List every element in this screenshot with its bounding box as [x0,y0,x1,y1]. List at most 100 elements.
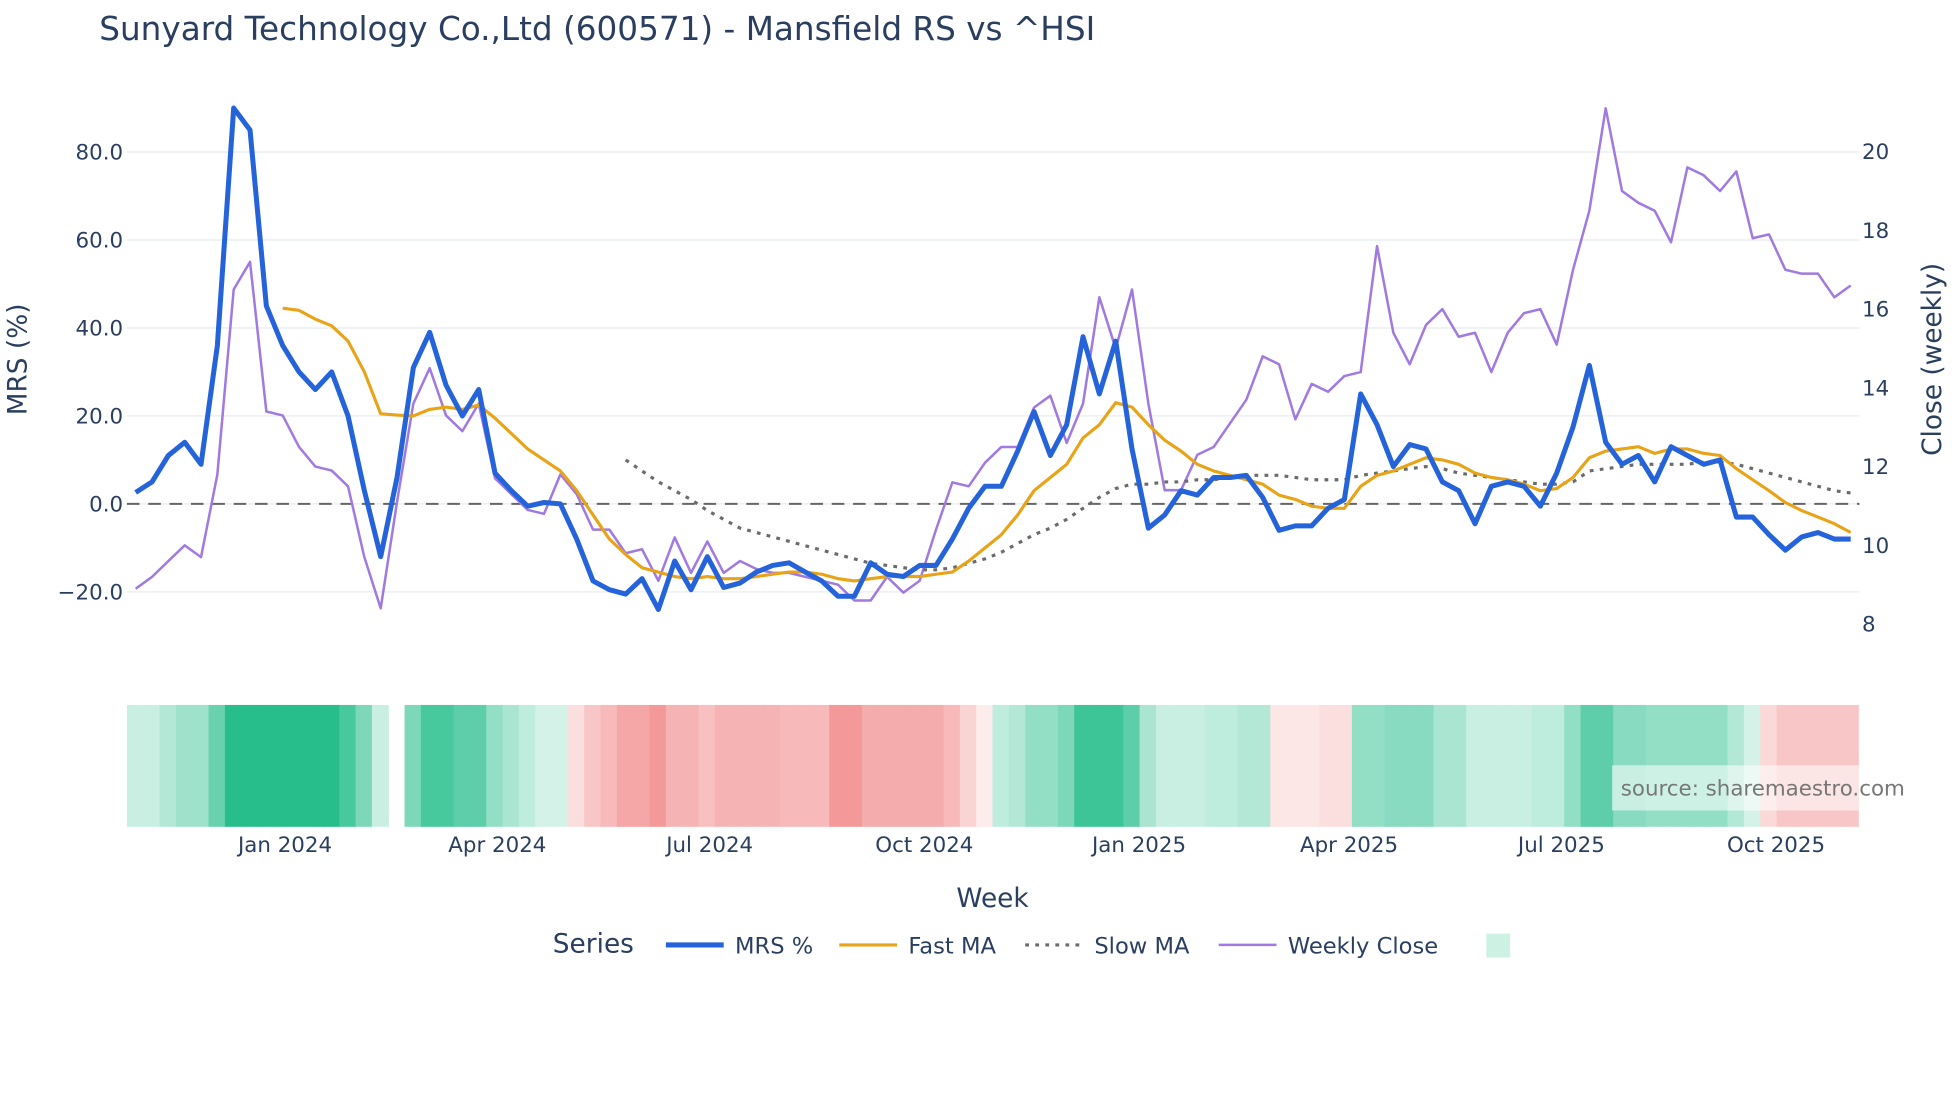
band-cell [1204,704,1222,827]
band-cell [339,704,357,827]
band-cell [1596,704,1614,827]
watermark-text: source: sharemaestro.com [1621,776,1905,801]
band-cell [1172,704,1190,827]
band-cell [845,704,863,827]
y2-tick-label: 10 [1862,534,1889,559]
band-cell [1368,704,1386,827]
y2-tick-label: 8 [1862,613,1876,638]
band-cell [551,704,569,827]
y-tick-label: 80.0 [76,141,124,166]
band-cell [224,704,242,827]
band-cell [649,704,667,827]
band-cell [437,704,455,827]
legend-item-label[interactable]: Fast MA [908,934,996,960]
chart-title: Sunyard Technology Co.,Ltd (600571) - Ma… [99,10,1095,48]
band-cell [665,704,683,827]
x-axis-ticks: Jan 2024 Apr 2024 Jul 2024 Oct 2024 Jan 2025… [236,833,1825,858]
band-cell [1237,704,1255,827]
y2-tick-label: 20 [1862,140,1889,165]
band-cell [780,704,798,827]
band-cell [616,704,634,827]
band-cell [910,704,928,827]
band-cell [584,704,602,827]
legend-title: Series [553,929,634,959]
x-tick-label: Oct 2024 [875,833,973,858]
band-cell [208,704,226,827]
band-cell [1449,704,1467,827]
band-cell [1417,704,1435,827]
band-cell [1155,704,1173,827]
x-tick-label: Jul 2024 [664,833,753,858]
band-cell [518,704,536,827]
band-cell [241,704,259,827]
band-cell [1482,704,1500,827]
y2-tick-label: 16 [1862,298,1889,323]
band-cell [1384,704,1402,827]
x-tick-label: Jul 2025 [1516,833,1605,858]
y-tick-label: 40.0 [76,316,124,341]
band-cell [126,704,144,827]
band-cell [371,704,389,827]
watermark: source: sharemaestro.com [1611,765,1905,811]
band-cell [976,704,994,827]
band-cell [502,704,520,827]
band-cell [812,704,830,827]
y-tick-label: −20.0 [58,580,123,605]
band-cell [1090,704,1108,827]
y2-axis-title: Close (weekly) [1918,263,1948,456]
legend-swatch-band[interactable] [1486,933,1511,958]
band-cell [1123,704,1141,827]
y2-tick-label: 18 [1862,219,1889,244]
x-tick-label: Oct 2025 [1727,833,1825,858]
band-cell [633,704,651,827]
band-cell [1253,704,1271,827]
x-tick-label: Apr 2025 [1300,833,1398,858]
band-cell [959,704,977,827]
band-cell [1580,704,1598,827]
y2-tick-label: 14 [1862,376,1889,401]
legend-item-label[interactable]: Weekly Close [1288,934,1438,960]
band-cell [192,704,210,827]
band-cell [600,704,618,827]
band-cell [306,704,324,827]
x-tick-label: Apr 2024 [448,833,546,858]
band-cell [829,704,847,827]
band-cell [404,704,422,827]
band-cell [1008,704,1026,827]
legend-item-label[interactable]: Slow MA [1094,934,1190,960]
series-lines [134,105,1852,612]
band-cell [878,704,896,827]
band-cell [1074,704,1092,827]
legend: Series MRS % Fast MA Slow MA Weekly Close [553,929,1511,960]
band-cell [682,704,700,827]
band-cell [1466,704,1484,827]
band-cell [1319,704,1337,827]
x-axis-title: Week [956,884,1029,914]
band-cell [1286,704,1304,827]
left-axis-ticks: 80.0 60.0 40.0 20.0 0.0 −20.0 [58,141,123,606]
band-cell [355,704,373,827]
band-cell [273,704,291,827]
y-axis-title: MRS (%) [3,303,33,415]
legend-item-label[interactable]: MRS % [735,934,813,960]
regime-heat-band [126,704,1859,827]
band-cell [1351,704,1369,827]
band-cell [1547,704,1565,827]
band-cell [714,704,732,827]
band-cell [1335,704,1353,827]
band-cell [1221,704,1239,827]
band-cell [1498,704,1516,827]
band-cell [290,704,308,827]
band-cell [927,704,945,827]
band-cell [1139,704,1157,827]
band-cell [1025,704,1043,827]
band-cell [486,704,504,827]
band-cell [894,704,912,827]
band-cell [1270,704,1288,827]
band-cell [159,704,177,827]
band-cell [1515,704,1533,827]
y-tick-label: 60.0 [76,229,124,254]
x-tick-label: Jan 2024 [236,833,332,858]
right-axis-ticks: 20 18 16 14 12 10 8 [1862,140,1889,637]
band-cell [763,704,781,827]
